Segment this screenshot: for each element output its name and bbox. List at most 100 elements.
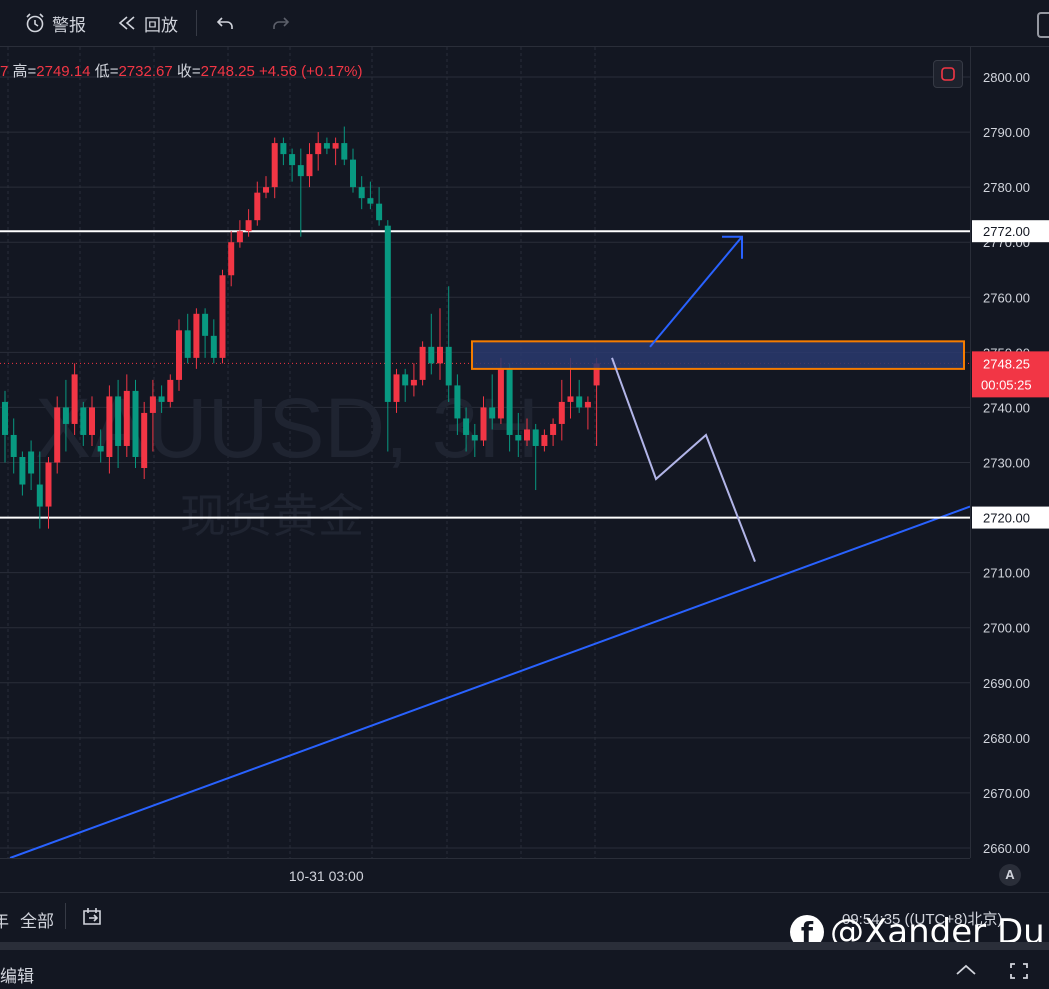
candle (210, 319, 217, 364)
candle-body (149, 396, 156, 413)
candle (315, 132, 322, 171)
maximize-panel-icon[interactable] (1008, 960, 1030, 982)
high-value: 2749.14 (36, 63, 91, 80)
alert-button[interactable]: 警报 (24, 10, 86, 36)
candle (193, 308, 200, 369)
price-tick-label: 2790.00 (983, 125, 1030, 140)
change-value: +4.56 (+0.17%) (259, 63, 363, 80)
level-label: 2720.00 (983, 511, 1030, 526)
high-label: 高= (12, 63, 37, 80)
candle (2, 390, 8, 463)
chevron-up-icon[interactable] (954, 960, 978, 980)
candle-body (541, 434, 548, 446)
breakout-arrow (649, 236, 743, 348)
candle-body (341, 143, 348, 160)
edit-tab[interactable]: 编辑 (0, 962, 34, 987)
price-tick-label: 2680.00 (983, 731, 1030, 746)
price-tick-label: 2660.00 (983, 841, 1030, 856)
candle-body (254, 192, 261, 221)
candle (245, 209, 252, 237)
candle-body (297, 165, 304, 177)
candle-body (19, 456, 26, 485)
candle-body (193, 313, 200, 358)
candle-body (524, 429, 530, 441)
candle-body (176, 330, 182, 380)
top-toolbar: 警报 回放 (0, 0, 1049, 47)
candle (419, 341, 426, 386)
open-fragment: 7 (0, 63, 9, 80)
price-axis[interactable]: 2660.00 2670.00 2680.00 2690.00 2700.00 2710.… (970, 47, 1049, 858)
candle (376, 187, 383, 226)
time-axis[interactable]: 10-31 03:00 (0, 858, 970, 893)
undo-button[interactable] (214, 10, 242, 36)
candle-body (393, 374, 400, 402)
range-fragment[interactable]: 年 (0, 907, 9, 932)
candle-body (202, 313, 209, 336)
range-all-button[interactable]: 全部 (20, 907, 54, 932)
candle-body (471, 434, 478, 441)
candle (271, 137, 278, 199)
candle-body (219, 275, 226, 358)
maximize-button[interactable] (933, 60, 963, 88)
candle (10, 418, 17, 474)
candle-body (115, 396, 122, 446)
candle-body (489, 407, 496, 419)
candle (202, 308, 209, 358)
candle (184, 313, 191, 364)
candle (280, 137, 287, 166)
replay-label: 回放 (144, 15, 178, 35)
candle (558, 379, 565, 441)
price-chart[interactable]: XAUUSD, 3H现货黄金 (0, 47, 970, 858)
replay-button[interactable]: 回放 (116, 10, 178, 36)
candle (141, 401, 148, 480)
candle (132, 379, 139, 469)
candle-body (315, 143, 322, 155)
candle-body (558, 401, 565, 424)
price-tick-label: 2730.00 (983, 456, 1030, 471)
auto-scale-button[interactable]: A (999, 864, 1021, 886)
candle-body (323, 143, 330, 149)
countdown-label: 00:05:25 (981, 377, 1032, 392)
price-tick-label: 2700.00 (983, 621, 1030, 636)
candle-body (210, 335, 217, 358)
fullscreen-icon[interactable] (1037, 12, 1049, 38)
candle-body (271, 143, 278, 188)
candle-body (410, 379, 417, 386)
candle-body (350, 159, 356, 188)
toolbar-divider (196, 10, 197, 36)
price-tick-label: 2800.00 (983, 70, 1030, 85)
candle-body (306, 154, 313, 177)
candle-body (463, 418, 470, 435)
price-tick-label: 2780.00 (983, 180, 1030, 195)
name-watermark: 现货黄金 (180, 489, 364, 543)
panel-divider[interactable] (0, 942, 1049, 950)
candle-body (10, 434, 17, 457)
candle (263, 176, 269, 199)
candle (228, 231, 235, 287)
candle-body (36, 484, 43, 507)
candle-body (454, 385, 461, 419)
candle-body (584, 401, 591, 408)
candle-body (97, 445, 104, 452)
candle (437, 308, 443, 380)
candle-body (480, 407, 487, 441)
price-tick-label: 2760.00 (983, 290, 1030, 305)
candle (289, 148, 296, 182)
candle-body (106, 396, 113, 457)
redo-button[interactable] (270, 10, 298, 36)
candle-body (141, 412, 148, 469)
date-range-icon[interactable] (80, 905, 104, 929)
redo-icon (273, 17, 290, 29)
candle-body (532, 429, 539, 446)
candle (576, 379, 583, 413)
candle (19, 451, 26, 496)
candle (584, 396, 591, 430)
price-tick-label: 2690.00 (983, 676, 1030, 691)
candle (306, 143, 313, 188)
low-label: 低= (94, 63, 119, 80)
candle-body (45, 462, 52, 507)
alarm-clock-icon (26, 13, 44, 33)
time-tick-label: 10-31 03:00 (289, 868, 364, 884)
candle-body (550, 423, 557, 435)
alert-label: 警报 (52, 15, 86, 35)
